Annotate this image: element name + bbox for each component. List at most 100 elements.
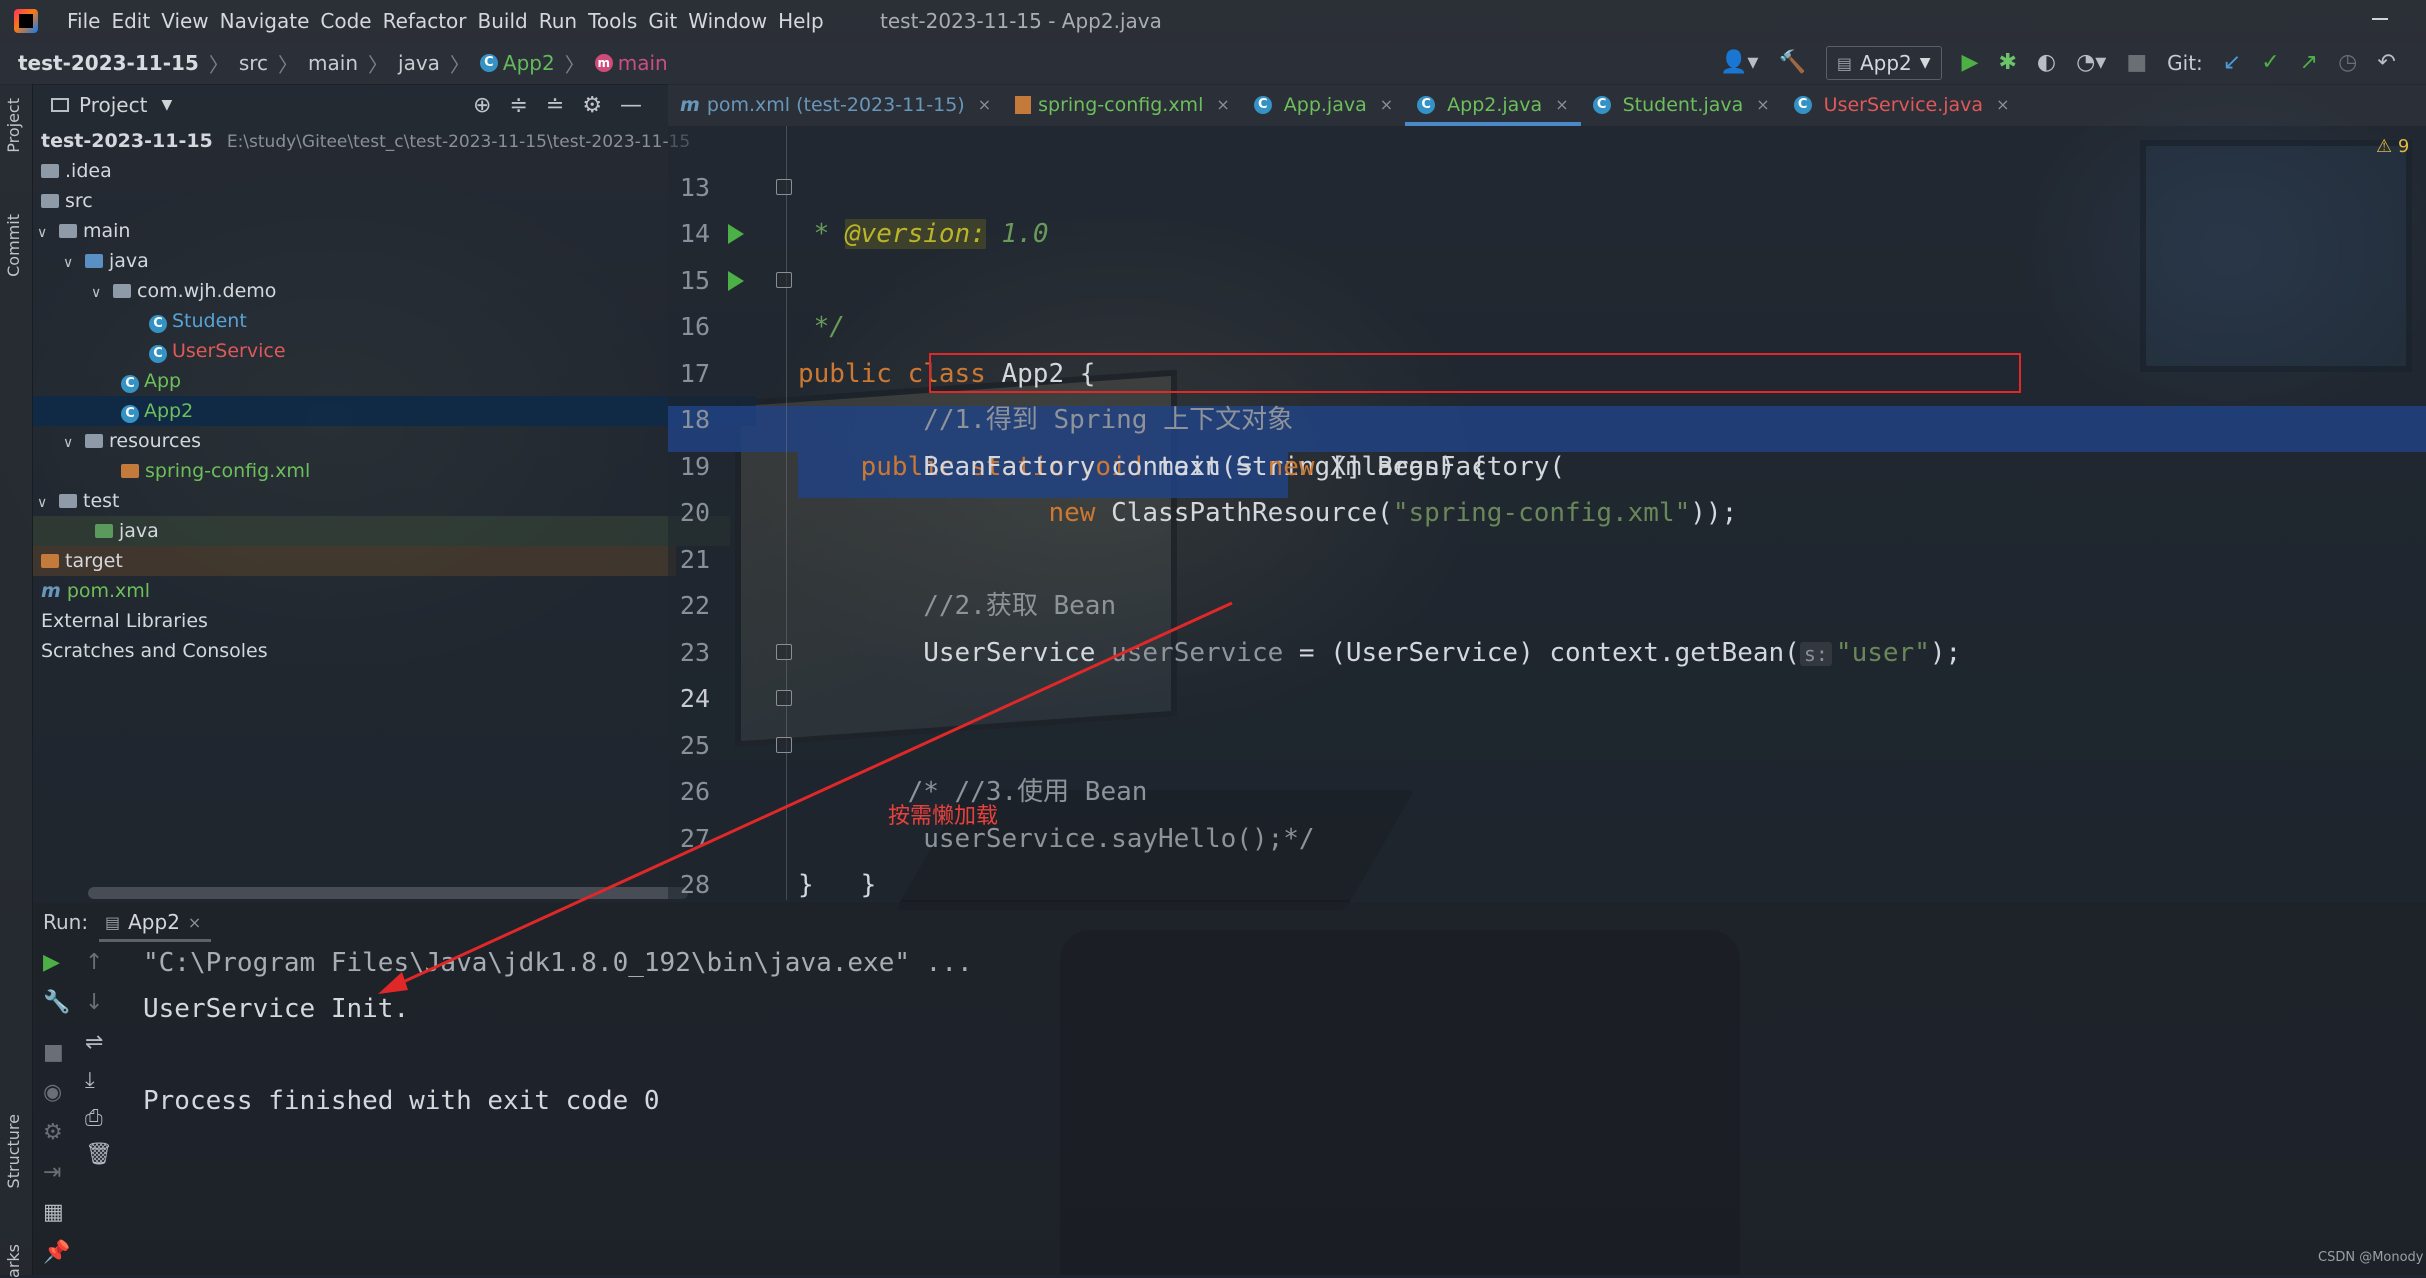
up-arrow-icon[interactable]: ↑ [85, 950, 103, 975]
close-icon[interactable]: × [188, 913, 201, 932]
run-tab-app2[interactable]: ▤ App2 × [98, 902, 212, 942]
tab-spring-config[interactable]: spring-config.xml × [1003, 84, 1242, 126]
tree-item-src[interactable]: src [33, 186, 676, 216]
tree-item-scratches[interactable]: Scratches and Consoles [33, 636, 676, 666]
menu-refactor[interactable]: Refactor [380, 9, 475, 33]
git-push-icon[interactable]: ↗ [2300, 42, 2318, 84]
camera-icon[interactable]: ◉ [43, 1080, 62, 1105]
tree-item-java[interactable]: ∨ java [33, 246, 698, 276]
scroll-to-end-icon[interactable]: ⤓ [85, 1068, 95, 1093]
git-update-icon[interactable]: ↙ [2223, 42, 2241, 84]
locate-icon[interactable]: ⊕ [473, 93, 491, 118]
run-configuration-select[interactable]: ▤ App2 ▼ [1825, 46, 1942, 80]
tab-bookmarks[interactable]: arks [4, 1244, 23, 1278]
exit-icon[interactable]: ⇥ [43, 1160, 61, 1185]
breadcrumb-class[interactable]: App2 [503, 51, 555, 75]
fold-icon[interactable] [776, 643, 792, 660]
tab-structure[interactable]: Structure [4, 1114, 23, 1188]
tab-student-java[interactable]: C Student.java × [1581, 84, 1782, 126]
tree-item-idea[interactable]: .idea [33, 156, 676, 186]
tree-item-test-java[interactable]: java [33, 516, 730, 546]
horizontal-scrollbar[interactable] [88, 887, 688, 899]
close-icon[interactable]: × [1555, 84, 1568, 126]
coverage-icon[interactable]: ◐ [2037, 42, 2056, 84]
tree-item-main[interactable]: ∨ main [33, 216, 672, 246]
tab-app2-java[interactable]: C App2.java × [1405, 84, 1582, 126]
breadcrumb-project[interactable]: test-2023-11-15 [18, 51, 199, 75]
menu-git[interactable]: Git [645, 9, 685, 33]
settings-icon[interactable]: ⚙ [43, 1120, 63, 1145]
git-history-icon[interactable]: ◷ [2338, 42, 2357, 84]
wrench-icon[interactable]: 🔧 [43, 990, 70, 1015]
menu-build[interactable]: Build [475, 9, 536, 33]
tab-userservice-java[interactable]: C UserService.java × [1782, 84, 2022, 126]
tree-item-package[interactable]: ∨ com.wjh.demo [33, 276, 726, 306]
gear-icon[interactable]: ⚙ [582, 93, 602, 118]
expand-all-icon[interactable]: ≑ [509, 93, 527, 118]
menu-navigate[interactable]: Navigate [217, 9, 318, 33]
close-icon[interactable]: × [1996, 84, 2009, 126]
run-gutter-icon[interactable] [728, 270, 744, 291]
tree-item-test[interactable]: ∨ test [33, 486, 672, 516]
tab-commit[interactable]: Commit [4, 214, 23, 277]
menu-help[interactable]: Help [775, 9, 832, 33]
close-icon[interactable]: × [1216, 84, 1229, 126]
close-icon[interactable]: × [978, 84, 991, 126]
close-icon[interactable]: × [1380, 84, 1393, 126]
tree-item-pom[interactable]: m pom.xml [33, 576, 676, 606]
print-icon[interactable]: ⎙ [85, 1106, 103, 1131]
profile-icon[interactable]: ◔▾ [2076, 42, 2106, 84]
build-hammer-icon[interactable]: 🔨 [1778, 42, 1805, 84]
tab-app-java[interactable]: C App.java × [1242, 84, 1405, 126]
tree-item-resources[interactable]: ∨ resources [33, 426, 698, 456]
breadcrumb-main[interactable]: main [308, 51, 358, 75]
chevron-down-icon[interactable]: ∨ [37, 218, 53, 248]
stop-icon[interactable]: ■ [43, 1040, 64, 1065]
tab-pom-xml[interactable]: m pom.xml (test-2023-11-15) × [668, 84, 1003, 126]
chevron-down-icon[interactable]: ∨ [63, 428, 79, 458]
soft-wrap-icon[interactable]: ⇌ [85, 1030, 103, 1055]
fold-icon[interactable] [776, 178, 792, 195]
run-gutter-icon[interactable] [728, 224, 744, 244]
project-panel-title[interactable]: Project [79, 93, 147, 117]
chevron-down-icon[interactable]: ∨ [91, 278, 107, 308]
warning-count-badge[interactable]: ⚠ 9 [2376, 136, 2409, 157]
menu-window[interactable]: Window [685, 9, 775, 33]
tab-project[interactable]: Project [4, 98, 23, 153]
fold-icon[interactable] [776, 736, 792, 753]
trash-icon[interactable]: 🗑 [85, 1142, 113, 1167]
menu-run[interactable]: Run [536, 9, 585, 33]
chevron-down-icon[interactable]: ∨ [37, 488, 53, 518]
chevron-down-icon[interactable]: ∨ [63, 248, 79, 278]
tree-item-app[interactable]: C App [33, 366, 756, 396]
rerun-icon[interactable]: ▶ [43, 950, 60, 975]
stop-icon[interactable]: ■ [2126, 42, 2147, 84]
rollback-icon[interactable]: ↶ [2377, 42, 2395, 84]
debug-icon[interactable]: ✱ [1998, 42, 2016, 84]
code-editor[interactable]: 13 * @version: 1.0 14 */ 15 public class… [668, 126, 2426, 900]
tree-item-spring-config[interactable]: spring-config.xml [33, 456, 756, 486]
breadcrumb-src[interactable]: src [239, 51, 268, 75]
tree-item-external-libraries[interactable]: External Libraries [33, 606, 676, 636]
menu-code[interactable]: Code [317, 9, 379, 33]
close-icon[interactable]: × [1756, 84, 1769, 126]
collapse-all-icon[interactable]: ≐ [546, 93, 564, 118]
menu-tools[interactable]: Tools [585, 9, 645, 33]
chevron-down-icon[interactable]: ▼ [161, 97, 172, 113]
pin-icon[interactable]: 📌 [43, 1240, 70, 1265]
minimize-icon[interactable] [2372, 18, 2388, 20]
tree-item-target[interactable]: target [33, 546, 676, 576]
breadcrumb-java[interactable]: java [398, 51, 440, 75]
git-commit-icon[interactable]: ✓ [2261, 42, 2279, 84]
fold-icon[interactable] [776, 271, 792, 288]
run-icon[interactable]: ▶ [1962, 42, 1979, 84]
breadcrumb-method[interactable]: main [618, 51, 668, 75]
menu-file[interactable]: File [64, 9, 108, 33]
user-icon[interactable]: 👤▾ [1720, 42, 1758, 84]
tree-item-app2[interactable]: C App2 [33, 396, 756, 426]
menu-edit[interactable]: Edit [108, 9, 158, 33]
menu-view[interactable]: View [158, 9, 216, 33]
tree-root[interactable]: test-2023-11-15 E:\study\Gitee\test_c\te… [33, 126, 690, 156]
hide-icon[interactable]: — [620, 93, 642, 118]
fold-icon[interactable] [776, 690, 792, 706]
